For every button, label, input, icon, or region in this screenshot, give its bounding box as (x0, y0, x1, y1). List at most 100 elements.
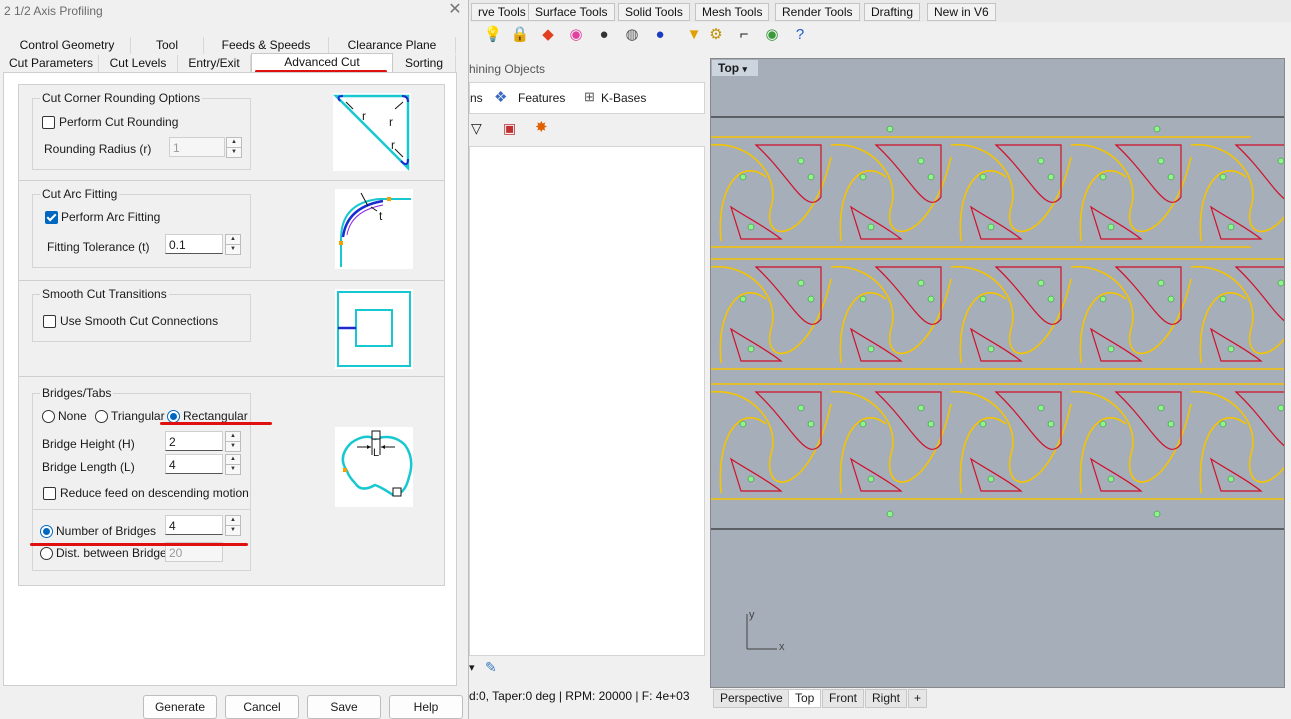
viewport-label[interactable]: Top ▾ (712, 60, 758, 76)
tab-surface-tools[interactable]: Surface Tools (528, 3, 615, 21)
generate-button[interactable]: Generate (143, 695, 217, 719)
cancel-button[interactable]: Cancel (225, 695, 299, 719)
rounding-radius-input[interactable]: 1 (169, 137, 225, 157)
number-of-bridges-input[interactable]: 4 (165, 515, 223, 535)
panel-tab-features[interactable]: Features (518, 91, 565, 105)
material-icon[interactable]: ◆ (538, 25, 558, 45)
spin-down-icon[interactable]: ▼ (225, 525, 241, 536)
lightbulb-icon[interactable]: 💡 (483, 25, 503, 45)
tab-mesh-tools[interactable]: Mesh Tools (695, 3, 770, 21)
filter-icon[interactable]: ▼ (684, 25, 704, 45)
tab-cut-levels[interactable]: Cut Levels (99, 55, 178, 72)
panel-tab-kbases[interactable]: K-Bases (601, 91, 646, 105)
tab-render-tools[interactable]: Render Tools (775, 3, 860, 21)
arrow-down-icon[interactable]: ▾ (469, 661, 475, 674)
tab-sorting[interactable]: Sorting (393, 55, 456, 72)
tab-tool[interactable]: Tool (131, 37, 204, 54)
sphere-shade-icon[interactable]: ● (594, 25, 614, 45)
toolpath-curve (1089, 327, 1143, 362)
fitting-tolerance-input[interactable]: 0.1 (165, 234, 223, 254)
globe-icon[interactable]: ◉ (762, 25, 782, 45)
smooth-cut-connections-checkbox[interactable] (43, 315, 56, 328)
bridge-length-stepper[interactable]: 4 ▲ ▼ (165, 454, 241, 475)
bridge-height-stepper[interactable]: 2 ▲ ▼ (165, 431, 241, 452)
start-point (1157, 157, 1165, 165)
rounding-radius-stepper[interactable]: 1 ▲ ▼ (169, 137, 242, 158)
tab-cut-parameters[interactable]: Cut Parameters (4, 55, 99, 72)
illus-r-label: r (389, 115, 393, 129)
gear-icon[interactable]: ⚙ (706, 25, 726, 45)
filter-icon[interactable]: ▽ (471, 120, 482, 137)
corner-rounding-illustration: r r r (332, 93, 411, 172)
tab-entry-exit[interactable]: Entry/Exit (178, 55, 251, 72)
spin-down-icon[interactable]: ▼ (225, 464, 241, 475)
tool-icon[interactable]: ✎ (485, 659, 497, 676)
spin-down-icon[interactable]: ▼ (225, 244, 241, 255)
start-point (1047, 420, 1055, 428)
start-point (1277, 157, 1284, 165)
fitting-tolerance-stepper[interactable]: 0.1 ▲ ▼ (165, 234, 241, 255)
add-view-icon[interactable]: + (908, 689, 928, 708)
tab-solid-tools[interactable]: Solid Tools (618, 3, 690, 21)
bridge-type-rectangular-label: Rectangular (183, 409, 248, 423)
perform-cut-rounding-checkbox[interactable] (42, 116, 55, 129)
tab-control-geometry[interactable]: Control Geometry (4, 37, 131, 54)
toolpath-curve (754, 391, 822, 450)
view-tab-right[interactable]: Right (865, 689, 908, 708)
bridge-height-input[interactable]: 2 (165, 431, 223, 451)
panel-tab-operations[interactable]: ns (470, 91, 483, 105)
reduce-feed-checkbox[interactable] (43, 487, 56, 500)
number-of-bridges-radio[interactable] (40, 525, 53, 538)
toolpath-curve (969, 327, 1023, 362)
delete-icon[interactable]: ▣ (503, 120, 516, 137)
bridge-type-triangular-radio[interactable] (95, 410, 108, 423)
rounding-radius-label: Rounding Radius (r) (44, 142, 152, 156)
part-curve (839, 417, 887, 494)
view-tab-top[interactable]: Top (788, 689, 822, 708)
generate-filter-icon[interactable]: ✸ (535, 118, 548, 136)
part-curve (711, 391, 832, 483)
part-curve (1070, 391, 1192, 483)
bridge-length-input[interactable]: 4 (165, 454, 223, 474)
number-of-bridges-stepper[interactable]: 4 ▲ ▼ (165, 515, 241, 536)
perform-arc-fitting-label: Perform Arc Fitting (61, 210, 161, 224)
chevron-down-icon[interactable]: ▾ (742, 64, 747, 74)
illus-l-label: L (373, 447, 380, 459)
help-icon[interactable]: ? (790, 25, 810, 45)
tab-new-in-v6[interactable]: New in V6 (927, 3, 996, 21)
start-point (867, 223, 875, 231)
tab-clearance-plane[interactable]: Clearance Plane (329, 37, 456, 54)
smooth-cut-connections-label: Use Smooth Cut Connections (60, 314, 219, 328)
part-curve (1199, 417, 1247, 494)
start-point (1099, 295, 1107, 303)
toolpath-curve (1234, 266, 1284, 322)
view-tab-perspective[interactable]: Perspective (713, 689, 790, 708)
sphere-render-icon[interactable]: ◍ (622, 25, 642, 45)
dimension-icon[interactable]: ⌐ (734, 25, 754, 45)
axis-y-label: y (749, 609, 755, 621)
perform-arc-fitting-checkbox[interactable] (45, 211, 58, 224)
view-tab-front[interactable]: Front (822, 689, 865, 708)
toolpath-curve (1089, 205, 1143, 240)
dist-between-bridges-radio[interactable] (40, 547, 53, 560)
color-wheel-icon[interactable]: ◉ (566, 25, 586, 45)
close-icon[interactable]: ✕ (447, 2, 463, 18)
start-point (1227, 345, 1235, 353)
sphere-blue-icon[interactable]: ● (650, 25, 670, 45)
start-point (1037, 279, 1045, 287)
spin-down-icon[interactable]: ▼ (226, 147, 242, 158)
tab-feeds-speeds[interactable]: Feeds & Speeds (204, 37, 329, 54)
help-button[interactable]: Help (389, 695, 463, 719)
start-point (1227, 223, 1235, 231)
operations-list[interactable] (469, 146, 705, 656)
tab-drafting[interactable]: Drafting (864, 3, 921, 21)
part-curve (830, 144, 952, 233)
lock-icon[interactable]: 🔒 (510, 25, 530, 45)
save-button[interactable]: Save (307, 695, 381, 719)
top-viewport[interactable]: y x (710, 58, 1285, 688)
bridge-type-none-radio[interactable] (42, 410, 55, 423)
part-curve (1070, 266, 1192, 355)
tab-curve-tools[interactable]: rve Tools (471, 3, 533, 21)
spin-down-icon[interactable]: ▼ (225, 441, 241, 452)
start-point (927, 420, 935, 428)
